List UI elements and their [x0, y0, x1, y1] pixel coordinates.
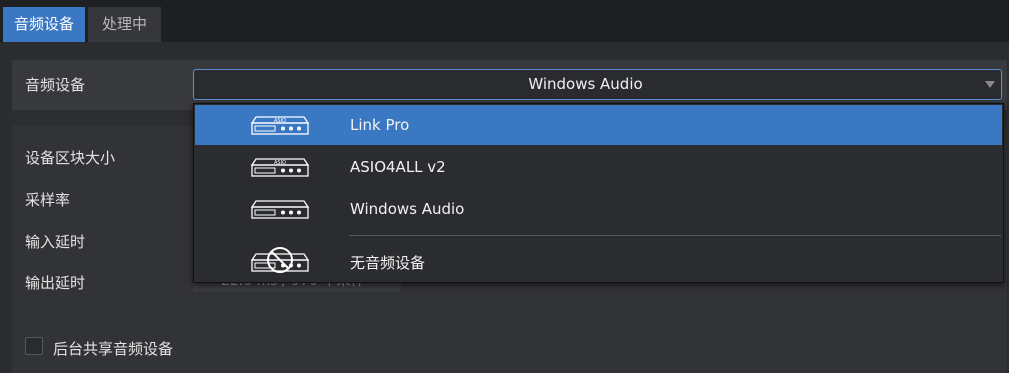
dropdown-separator: [349, 235, 1001, 236]
sample-rate-label: 采样率: [25, 191, 71, 209]
chevron-down-icon[interactable]: [985, 81, 995, 88]
tab-audio-device[interactable]: 音频设备: [3, 7, 85, 42]
dropdown-option-label: Link Pro: [350, 116, 410, 134]
audio-device-dropdown: ASIO Link Pro ASIO ASIO4ALL v2 Windows A…: [193, 103, 1004, 283]
audio-device-select-value: Windows Audio: [528, 75, 643, 93]
audio-interface-icon: [250, 200, 310, 219]
tab-bar: 音频设备 处理中: [0, 0, 1009, 42]
dropdown-option-asio4all[interactable]: ASIO ASIO4ALL v2: [195, 147, 1002, 187]
dropdown-option-link-pro[interactable]: ASIO Link Pro: [195, 105, 1002, 145]
output-latency-label: 输出延时: [25, 274, 86, 292]
share-device-checkbox[interactable]: [25, 337, 43, 355]
dropdown-option-label: 无音频设备: [350, 254, 426, 272]
tab-processing[interactable]: 处理中: [88, 7, 161, 42]
input-latency-label: 输入延时: [25, 233, 86, 251]
dropdown-option-windows-audio[interactable]: Windows Audio: [195, 189, 1002, 229]
block-size-label: 设备区块大小: [25, 149, 116, 167]
audio-device-select[interactable]: Windows Audio: [193, 69, 1002, 100]
dropdown-option-label: Windows Audio: [350, 200, 465, 218]
asio-interface-icon: ASIO: [250, 158, 310, 177]
asio-interface-icon: ASIO: [250, 116, 310, 135]
dropdown-option-no-audio-device[interactable]: 无音频设备: [195, 238, 1002, 282]
no-audio-device-icon: [250, 247, 310, 273]
audio-device-label: 音频设备: [25, 76, 86, 94]
dropdown-option-label: ASIO4ALL v2: [350, 158, 446, 176]
share-device-label: 后台共享音频设备: [53, 340, 174, 358]
